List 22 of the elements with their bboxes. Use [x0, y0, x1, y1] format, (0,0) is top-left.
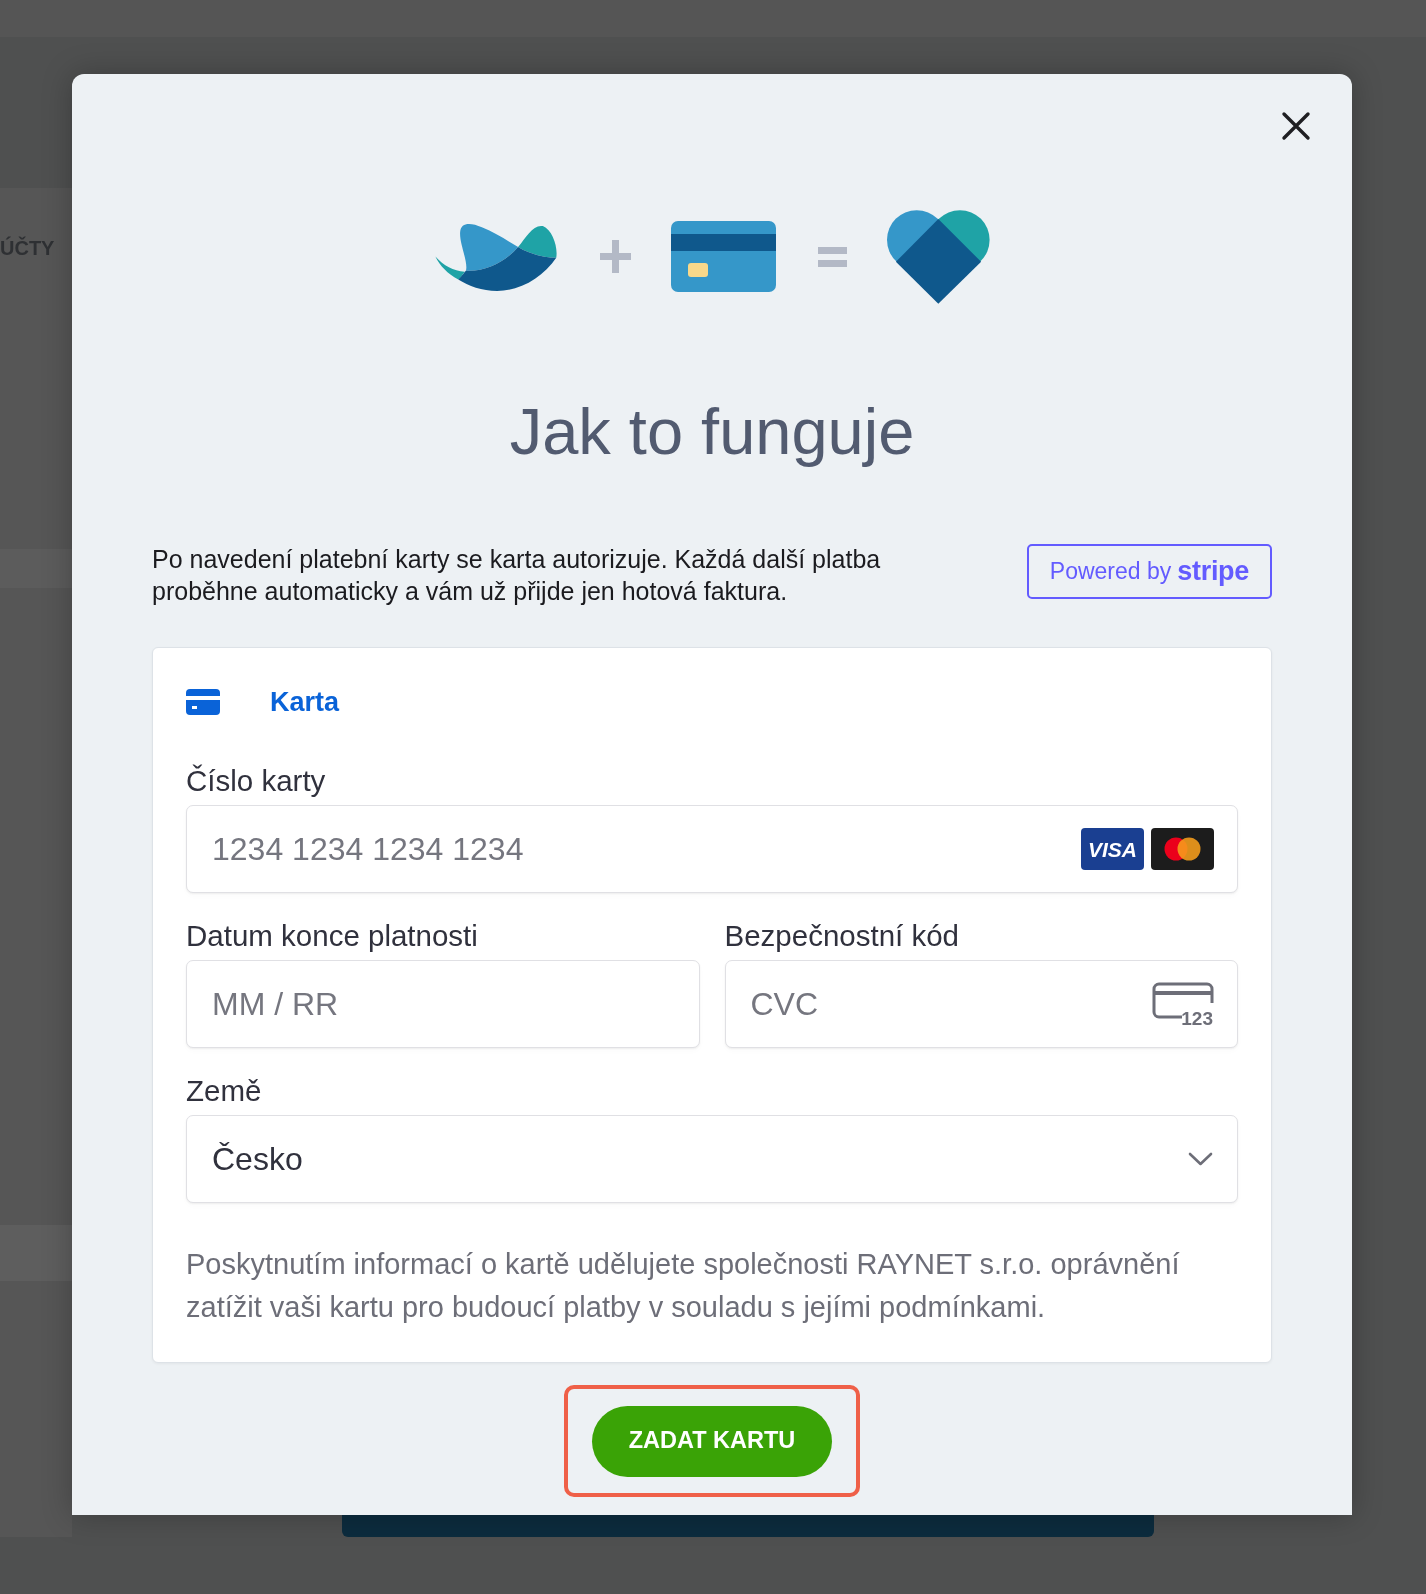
- country-select[interactable]: Česko: [186, 1115, 1238, 1203]
- card-icon: [186, 689, 220, 715]
- expiry-date-field[interactable]: MM / RR: [186, 960, 700, 1048]
- field-label: Datum konce platnosti: [186, 917, 479, 953]
- modal-title: Jak to funguje: [508, 395, 916, 469]
- chevron-down-icon: [1188, 1152, 1213, 1166]
- field-label: Bezpečnostní kód: [724, 917, 961, 953]
- close-icon[interactable]: [1281, 111, 1311, 141]
- credit-card-icon: [670, 221, 776, 292]
- overlapping-circles-icon: [1151, 828, 1214, 870]
- plus-icon: [599, 240, 631, 273]
- add-card-button[interactable]: ZADAT KARTU: [592, 1405, 832, 1477]
- equals-icon: [817, 246, 847, 267]
- consent-text: Poskytnutím informací o kartě udělujete společnosti RAYNET s.r.o. oprávnění zatížit vaši kartu pro budoucí platby v souladu s jejími podmínkami.: [186, 1246, 1181, 1325]
- visa-logo-icon: VISA: [1081, 828, 1144, 870]
- heart-icon: [886, 209, 990, 304]
- powered-by-link[interactable]: Powered by stripe: [1026, 544, 1272, 599]
- field-label: Země: [186, 1072, 263, 1108]
- payment-method-tab[interactable]: Karta: [186, 685, 340, 719]
- swoosh-logo-icon: [434, 221, 557, 292]
- field-label: Číslo karty: [186, 762, 327, 798]
- intro-paragraph: Po navedení platební karty se karta autorizuje. Každá další platba proběhne automaticky a vám už přijde jen hotová faktura.: [152, 544, 882, 607]
